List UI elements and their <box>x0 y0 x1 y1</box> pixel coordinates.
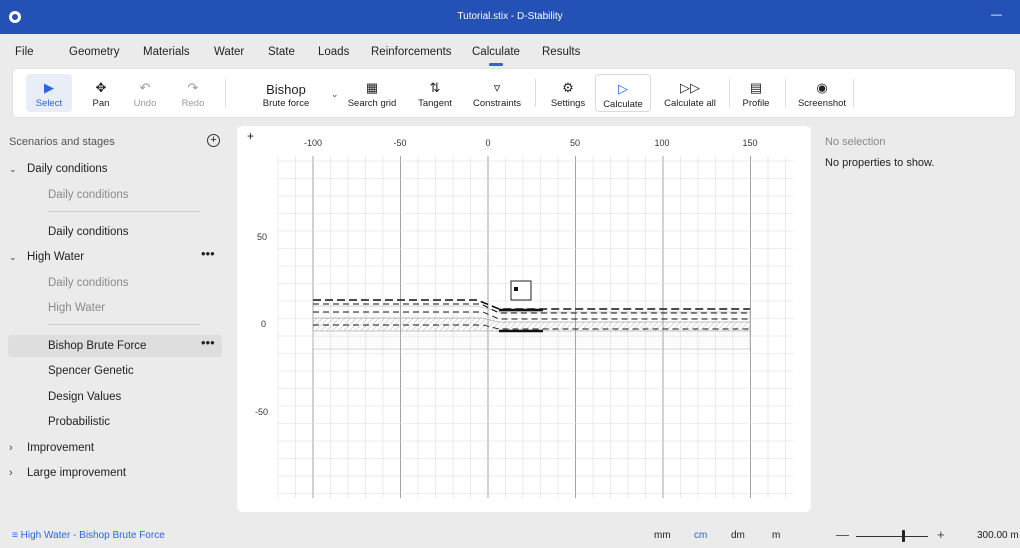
calculate-button[interactable]: ▷ Calculate <box>595 74 651 112</box>
zoom-out-button[interactable]: — <box>836 527 849 542</box>
ribbon-divider <box>853 79 854 107</box>
menu-materials[interactable]: Materials <box>143 46 190 58</box>
screenshot-button[interactable]: ◉ Screenshot <box>793 69 851 117</box>
constraints-button[interactable]: ▿ Constraints <box>468 69 526 117</box>
canvas-drawing[interactable]: + -100 -50 0 50 100 150 50 0 -50 <box>237 126 811 512</box>
menu-file[interactable]: File <box>15 46 34 58</box>
menu-water[interactable]: Water <box>214 46 244 58</box>
camera-icon: ◉ <box>816 80 828 95</box>
move-arrows-icon: ✥ <box>95 80 107 95</box>
tree-scenario-improvement[interactable]: › Improvement <box>0 437 222 459</box>
x-tick-label: 100 <box>654 138 669 148</box>
gear-icon: ⚙ <box>562 80 574 95</box>
profile-button[interactable]: ▤ Profile <box>735 69 777 117</box>
properties-header: No selection <box>825 136 886 148</box>
tree-calc-probabilistic[interactable]: Probabilistic <box>0 411 222 433</box>
status-breadcrumb[interactable]: ≡ High Water - Bishop Brute Force <box>12 530 165 541</box>
search-grid-marker[interactable] <box>510 280 532 301</box>
minimize-button[interactable]: — <box>991 9 1002 21</box>
undo-button[interactable]: ↶ Undo <box>125 69 165 117</box>
tree-scenario-daily-conditions[interactable]: ⌄ Daily conditions <box>0 158 222 180</box>
chevron-down-icon[interactable]: ⌄ <box>9 246 17 268</box>
tree-stage-daily-conditions[interactable]: Daily conditions <box>0 272 222 294</box>
x-tick-label: 0 <box>485 138 490 148</box>
select-button[interactable]: ▶ Select <box>26 74 72 112</box>
scenarios-header: Scenarios and stages <box>9 136 115 148</box>
canvas-axis-labels: + -100 -50 0 50 100 150 50 0 -50 <box>247 129 758 417</box>
unit-dm[interactable]: dm <box>731 530 745 541</box>
add-scenario-icon[interactable]: + <box>207 134 220 147</box>
ribbon-divider <box>729 79 730 107</box>
unit-m[interactable]: m <box>772 530 780 541</box>
tree-calc-spencer-genetic[interactable]: Spencer Genetic <box>0 360 222 382</box>
x-tick-label: -50 <box>393 138 406 148</box>
tree-scenario-high-water[interactable]: ⌄ High Water ••• <box>0 246 222 268</box>
more-options-icon[interactable]: ••• <box>201 332 215 354</box>
menu-results[interactable]: Results <box>542 46 580 58</box>
menu-bar: File Geometry Materials Water State Load… <box>0 34 1020 68</box>
chevron-down-icon[interactable]: ⌄ <box>9 158 17 180</box>
redo-icon: ↷ <box>187 80 199 95</box>
settings-button[interactable]: ⚙ Settings <box>543 69 593 117</box>
unit-cm[interactable]: cm <box>694 530 707 541</box>
menu-calculate[interactable]: Calculate <box>472 46 520 66</box>
calculate-all-button[interactable]: ▷▷ Calculate all <box>659 69 721 117</box>
tree-calc-design-values[interactable]: Design Values <box>0 386 222 408</box>
status-bar: ≡ High Water - Bishop Brute Force mm cm … <box>0 524 1020 548</box>
x-tick-label: -100 <box>304 138 322 148</box>
ribbon-divider <box>535 79 536 107</box>
scenarios-panel: Scenarios and stages + ⌄ Daily condition… <box>0 126 230 516</box>
title-bar: Tutorial.stix - D-Stability — <box>0 0 1020 34</box>
tree-divider <box>48 211 200 212</box>
unit-mm[interactable]: mm <box>654 530 671 541</box>
canvas-origin-marker: + <box>247 129 254 143</box>
more-options-icon[interactable]: ••• <box>201 243 215 265</box>
ribbon-toolbar: ▶ Select ✥ Pan ↶ Undo ↷ Redo Bishop Brut… <box>12 68 1016 118</box>
properties-empty-text: No properties to show. <box>825 157 935 169</box>
x-tick-label: 150 <box>742 138 757 148</box>
window-title: Tutorial.stix - D-Stability <box>457 11 563 22</box>
x-tick-label: 50 <box>570 138 580 148</box>
tangent-icon: ⇅ <box>429 80 441 95</box>
tree-calc-daily-conditions[interactable]: Daily conditions <box>0 221 222 243</box>
soil-layer-sand <box>313 331 750 349</box>
undo-icon: ↶ <box>139 80 151 95</box>
tree-stage-daily-conditions[interactable]: Daily conditions <box>0 184 222 206</box>
tangent-button[interactable]: ⇅ Tangent <box>410 69 460 117</box>
tree-calc-bishop-brute-force[interactable]: Bishop Brute Force ••• <box>8 335 222 357</box>
zoom-in-button[interactable]: + <box>937 527 945 542</box>
zoom-level: 300.00 m <box>977 530 1019 541</box>
y-tick-label: -50 <box>255 407 268 417</box>
menu-loads[interactable]: Loads <box>318 46 349 58</box>
y-tick-label: 0 <box>261 319 266 329</box>
ribbon-divider <box>225 79 226 107</box>
geometry-canvas[interactable]: + -100 -50 0 50 100 150 50 0 -50 <box>237 126 811 512</box>
y-tick-label: 50 <box>257 232 267 242</box>
search-grid-button[interactable]: ▦ Search grid <box>343 69 401 117</box>
ribbon-divider <box>785 79 786 107</box>
redo-button[interactable]: ↷ Redo <box>173 69 213 117</box>
chevron-right-icon[interactable]: › <box>9 462 13 484</box>
double-play-icon: ▷▷ <box>680 80 700 95</box>
filter-icon: ▿ <box>493 80 501 95</box>
profile-chart-icon: ▤ <box>749 80 763 95</box>
pan-button[interactable]: ✥ Pan <box>81 69 121 117</box>
calculation-method-selector[interactable]: Bishop Brute force <box>251 69 321 117</box>
tree-divider <box>48 324 200 325</box>
play-icon: ▷ <box>618 81 628 96</box>
chevron-down-icon[interactable]: ⌄ <box>331 89 339 100</box>
zoom-slider[interactable] <box>856 536 928 537</box>
cursor-icon: ▶ <box>44 80 54 95</box>
chevron-right-icon[interactable]: › <box>9 437 13 459</box>
menu-reinforcements[interactable]: Reinforcements <box>371 46 452 58</box>
menu-geometry[interactable]: Geometry <box>69 46 120 58</box>
list-icon: ≡ <box>12 530 18 541</box>
properties-panel: No selection No properties to show. <box>822 126 1012 226</box>
menu-state[interactable]: State <box>268 46 295 58</box>
zoom-slider-thumb[interactable] <box>901 530 905 542</box>
tree-stage-high-water[interactable]: High Water <box>0 297 222 319</box>
grid-icon: ▦ <box>365 80 379 95</box>
tree-scenario-large-improvement[interactable]: › Large improvement <box>0 462 222 484</box>
